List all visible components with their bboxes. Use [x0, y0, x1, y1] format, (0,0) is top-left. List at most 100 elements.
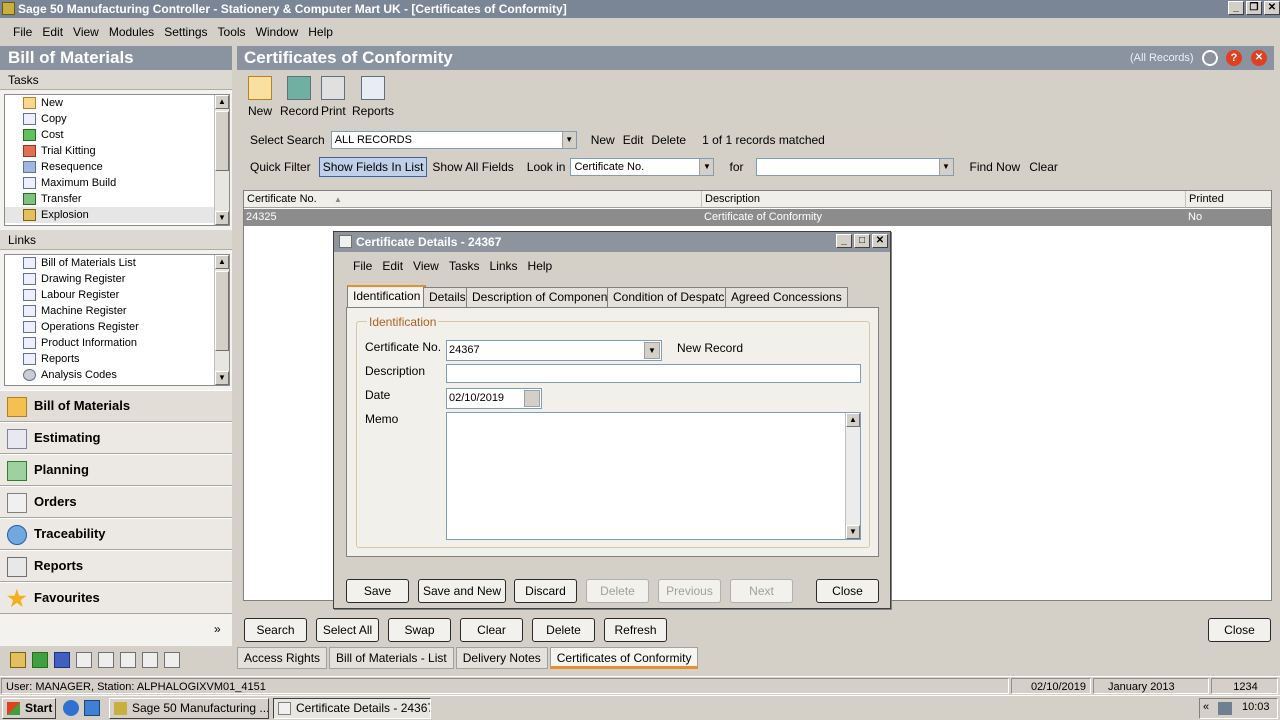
nav-reports[interactable]: Reports [0, 550, 232, 582]
look-in-combo[interactable]: Certificate No. ▼ [570, 158, 715, 176]
chevron-down-icon[interactable]: ▼ [938, 159, 953, 175]
dialog-save-button[interactable]: Save [346, 579, 409, 603]
menu-window[interactable]: Window [251, 25, 304, 39]
task-trial-kitting[interactable]: Trial Kitting [5, 143, 229, 159]
word-icon[interactable] [54, 652, 70, 668]
date-field[interactable]: 02/10/2019 [446, 388, 542, 409]
link-labour-register[interactable]: Labour Register [5, 287, 229, 303]
tab-certificates-of-conformity[interactable]: Certificates of Conformity [549, 647, 699, 669]
task-explosion[interactable]: Explosion [5, 207, 229, 223]
nav-favourites[interactable]: ★ Favourites [0, 582, 232, 614]
toolbar-print-button[interactable]: Print [321, 76, 346, 118]
scroll-down-icon[interactable]: ▼ [215, 371, 229, 385]
scroll-down-icon[interactable]: ▼ [846, 525, 860, 539]
quick-filter-link[interactable]: Quick Filter [250, 160, 311, 174]
grid-icon[interactable] [98, 652, 114, 668]
task-resequence[interactable]: Resequence [5, 159, 229, 175]
nav-traceability[interactable]: Traceability [0, 518, 232, 550]
toolbar-new-button[interactable]: New [248, 76, 272, 118]
calculator-icon[interactable] [164, 652, 180, 668]
swap-button[interactable]: Swap [388, 618, 451, 642]
scroll-up-icon[interactable]: ▲ [846, 413, 860, 427]
find-now-link[interactable]: Find Now [970, 160, 1021, 174]
search-edit-link[interactable]: Edit [623, 133, 644, 147]
tab-details[interactable]: Details [423, 287, 472, 307]
network-icon[interactable] [1218, 702, 1232, 715]
calendar-icon[interactable] [524, 390, 540, 407]
dialog-menu-help[interactable]: Help [523, 259, 558, 273]
nav-bill-of-materials[interactable]: Bill of Materials [0, 390, 232, 422]
close-window-button[interactable]: ✕ [1264, 1, 1280, 15]
tab-identification[interactable]: Identification [347, 285, 427, 308]
main-close-button[interactable]: Close [1208, 618, 1271, 642]
search-button[interactable]: Search [244, 618, 307, 642]
show-all-fields-link[interactable]: Show All Fields [432, 160, 513, 174]
dialog-maximize-button[interactable]: □ [854, 234, 870, 248]
tab-agreed-concessions[interactable]: Agreed Concessions [725, 287, 848, 307]
menu-modules[interactable]: Modules [104, 25, 159, 39]
nav-estimating[interactable]: Estimating [0, 422, 232, 454]
task-transfer[interactable]: Transfer [5, 191, 229, 207]
nav-orders[interactable]: Orders [0, 486, 232, 518]
toolbar-record-button[interactable]: Record [280, 76, 319, 118]
links-scrollbar[interactable]: ▲ ▼ [214, 255, 229, 385]
collapse-chevron-icon[interactable]: » [214, 622, 221, 636]
tab-access-rights[interactable]: Access Rights [237, 647, 328, 669]
dialog-next-button[interactable]: Next [730, 579, 793, 603]
search-new-link[interactable]: New [591, 133, 615, 147]
link-machine-register[interactable]: Machine Register [5, 303, 229, 319]
task-new[interactable]: New [5, 95, 229, 111]
dialog-menu-edit[interactable]: Edit [377, 259, 408, 273]
tab-delivery-notes[interactable]: Delivery Notes [455, 647, 548, 669]
search-delete-link[interactable]: Delete [651, 133, 686, 147]
edit-icon[interactable] [120, 652, 136, 668]
link-bom-list[interactable]: Bill of Materials List [5, 255, 229, 271]
dialog-close-button[interactable]: Close [816, 579, 879, 603]
clear-button[interactable]: Clear [460, 618, 523, 642]
excel-icon[interactable] [32, 652, 48, 668]
description-field[interactable] [446, 364, 861, 383]
link-drawing-register[interactable]: Drawing Register [5, 271, 229, 287]
restore-button[interactable]: ❐ [1246, 1, 1262, 15]
delete-button[interactable]: Delete [532, 618, 595, 642]
menu-edit[interactable]: Edit [37, 25, 68, 39]
column-header-certificate-no[interactable]: Certificate No. ▲ [244, 191, 702, 208]
tab-bom-list[interactable]: Bill of Materials - List [329, 647, 454, 669]
chart-icon[interactable] [10, 652, 26, 668]
tasks-scrollbar[interactable]: ▲ ▼ [214, 95, 229, 225]
minimize-button[interactable]: _ [1228, 1, 1244, 15]
search-icon[interactable] [1202, 50, 1218, 66]
menu-file[interactable]: File [8, 25, 37, 39]
scroll-thumb[interactable] [215, 111, 229, 171]
task-copy[interactable]: Copy [5, 111, 229, 127]
dialog-menu-links[interactable]: Links [485, 259, 523, 273]
task-maximum-build[interactable]: Maximum Build [5, 175, 229, 191]
select-all-button[interactable]: Select All [316, 618, 379, 642]
dialog-discard-button[interactable]: Discard [514, 579, 577, 603]
menu-tools[interactable]: Tools [213, 25, 251, 39]
dialog-previous-button[interactable]: Previous [658, 579, 721, 603]
memo-field[interactable]: ▲ ▼ [446, 412, 861, 540]
dialog-menu-file[interactable]: File [348, 259, 377, 273]
column-header-printed[interactable]: Printed [1186, 191, 1271, 208]
scroll-down-icon[interactable]: ▼ [215, 211, 229, 225]
nav-planning[interactable]: Planning [0, 454, 232, 486]
chevron-down-icon[interactable]: ▼ [561, 132, 576, 148]
help-icon[interactable]: ? [1226, 50, 1242, 66]
quicklaunch-icon[interactable] [84, 700, 100, 716]
search-icon[interactable] [142, 652, 158, 668]
dialog-menu-tasks[interactable]: Tasks [444, 259, 485, 273]
refresh-button[interactable]: Refresh [604, 618, 667, 642]
scroll-thumb[interactable] [215, 271, 229, 351]
link-reports[interactable]: Reports [5, 351, 229, 367]
menu-help[interactable]: Help [303, 25, 338, 39]
ie-icon[interactable] [63, 700, 79, 716]
tray-expand-icon[interactable]: « [1203, 701, 1209, 713]
menu-settings[interactable]: Settings [159, 25, 212, 39]
link-product-information[interactable]: Product Information [5, 335, 229, 351]
copy-icon[interactable] [76, 652, 92, 668]
menu-view[interactable]: View [68, 25, 104, 39]
close-icon[interactable]: ✕ [1251, 50, 1267, 66]
scroll-up-icon[interactable]: ▲ [215, 255, 229, 269]
dialog-delete-button[interactable]: Delete [586, 579, 649, 603]
